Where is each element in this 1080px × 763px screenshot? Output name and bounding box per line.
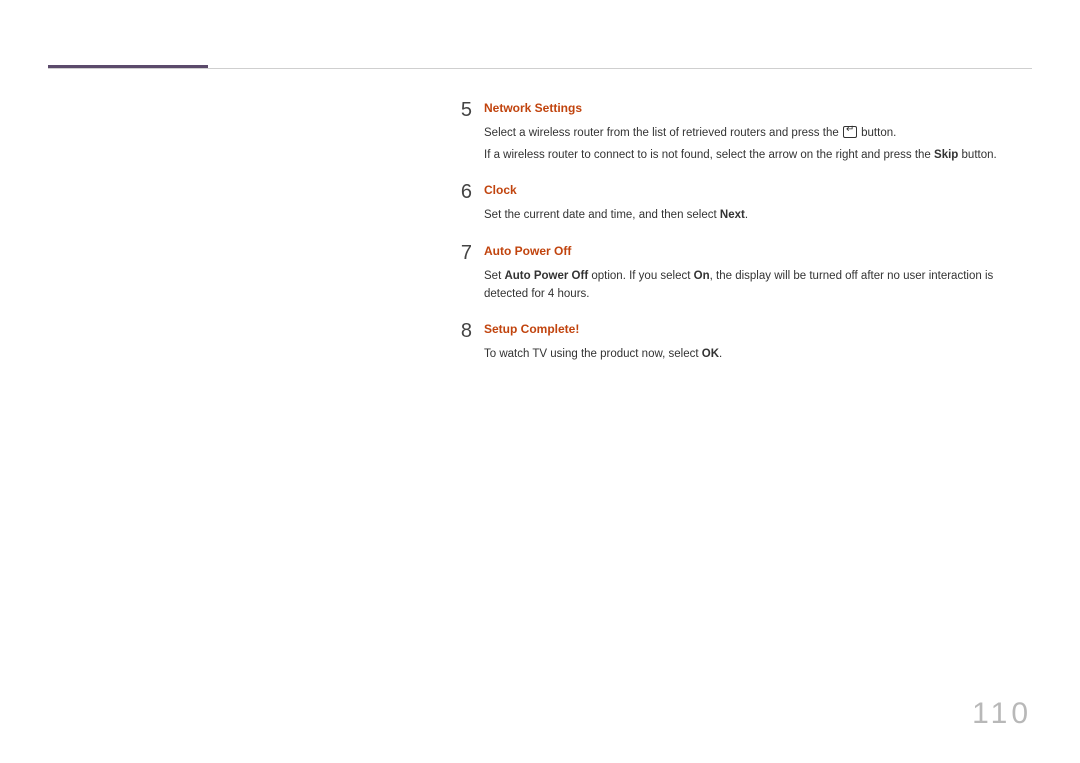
step: 5 Network Settings Select a wireless route… [444, 100, 1032, 168]
step-title: Setup Complete! [484, 321, 1032, 338]
step: 8 Setup Complete! To watch TV using the pr… [444, 321, 1032, 368]
content-area: 5 Network Settings Select a wireless route… [444, 100, 1032, 382]
step: 7Auto Power OffSet Auto Power Off option… [444, 243, 1032, 307]
text-run: . [719, 348, 722, 360]
step-text: Select a wireless router from the list o… [484, 125, 1032, 165]
text-run: Set [484, 270, 504, 282]
step-text: Set Auto Power Off option. If you select… [484, 268, 1032, 304]
step-number: 7 [444, 243, 472, 263]
text-run: button. [958, 149, 996, 161]
step-paragraph: If a wireless router to connect to is no… [484, 147, 1032, 165]
bold-text: On [694, 270, 710, 282]
text-run: If a wireless router to connect to is no… [484, 149, 934, 161]
text-run: button. [858, 127, 896, 139]
text-run: To watch TV using the product now, selec… [484, 348, 702, 360]
step-body: Auto Power OffSet Auto Power Off option.… [472, 243, 1032, 307]
step-body: Clock Set the current date and time, and … [472, 182, 1032, 229]
bold-text: Skip [934, 149, 958, 161]
step-body: Setup Complete! To watch TV using the pro… [472, 321, 1032, 368]
step-title: Auto Power Off [484, 243, 1032, 260]
bold-text: Next [720, 209, 745, 221]
step-body: Network Settings Select a wireless router… [472, 100, 1032, 168]
step-text: Set the current date and time, and then … [484, 207, 1032, 225]
header-divider [48, 68, 1032, 69]
step-paragraph: Set Auto Power Off option. If you select… [484, 268, 1032, 304]
step-paragraph: Select a wireless router from the list o… [484, 125, 1032, 143]
step-title: Clock [484, 182, 1032, 199]
step-title: Network Settings [484, 100, 1032, 117]
step-number: 5 [444, 100, 472, 120]
step: 6 Clock Set the current date and time, and… [444, 182, 1032, 229]
page-number: 110 [972, 697, 1032, 731]
enter-icon [843, 126, 857, 138]
step-number: 6 [444, 182, 472, 202]
step-paragraph: To watch TV using the product now, selec… [484, 346, 1032, 364]
text-run: option. If you select [588, 270, 693, 282]
bold-text: Auto Power Off [504, 270, 588, 282]
bold-text: OK [702, 348, 719, 360]
text-run: . [745, 209, 748, 221]
text-run: Select a wireless router from the list o… [484, 127, 842, 139]
step-paragraph: Set the current date and time, and then … [484, 207, 1032, 225]
step-text: To watch TV using the product now, selec… [484, 346, 1032, 364]
text-run: Set the current date and time, and then … [484, 209, 720, 221]
step-number: 8 [444, 321, 472, 341]
